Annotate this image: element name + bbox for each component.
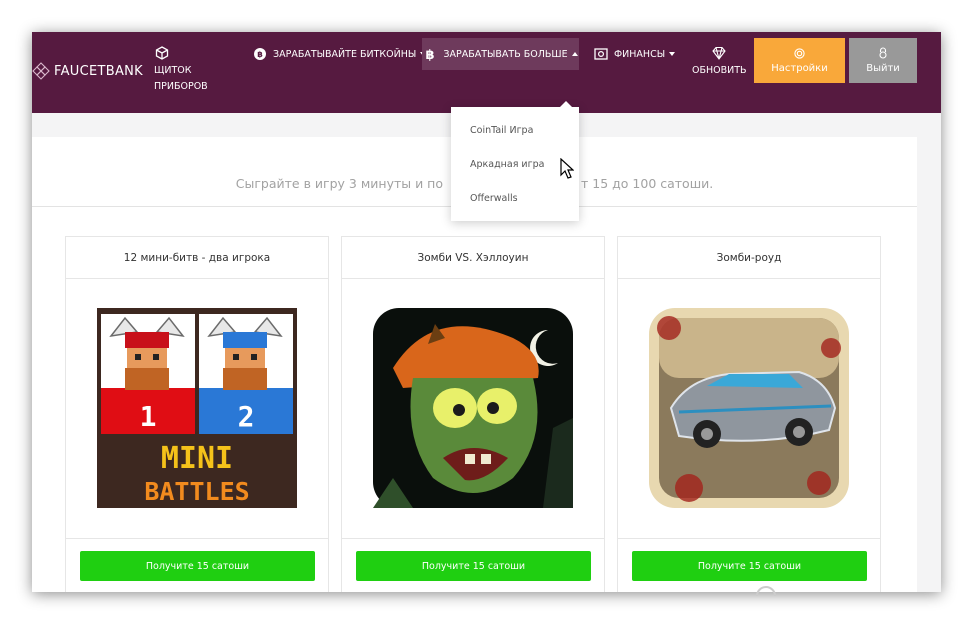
- dropdown-item-arcade-game[interactable]: Аркадная игра: [470, 159, 544, 170]
- settings-button[interactable]: Настройки: [754, 38, 845, 83]
- settings-button-label: Настройки: [771, 62, 828, 74]
- brand-name: FAUCETBANK: [54, 63, 143, 79]
- diamond-icon: [712, 46, 726, 60]
- nav-earn-more-label: ЗАРАБАТЫВАТЬ БОЛЬШЕ: [443, 48, 568, 60]
- loading-spinner-icon: [756, 586, 776, 596]
- nav-dashboard[interactable]: ЩИТОК ПРИБОРОВ: [154, 46, 208, 95]
- nav-refresh[interactable]: ОБНОВИТЬ: [692, 46, 747, 76]
- mouse-cursor-icon: [560, 158, 574, 179]
- game-title: Зомби-роуд: [618, 237, 880, 279]
- game-title: Зомби VS. Хэллоуин: [342, 237, 604, 279]
- nav-dashboard-label-2: ПРИБОРОВ: [154, 81, 208, 92]
- nav-refresh-label: ОБНОВИТЬ: [692, 65, 747, 76]
- logout-button-label: Выйти: [866, 63, 900, 74]
- top-navbar: FAUCETBANK ЩИТОК ПРИБОРОВ ฿ ЗАРАБАТЫВАЙТ…: [32, 32, 941, 113]
- nav-earn-more[interactable]: ฿ ЗАРАБАТЫВАТЬ БОЛЬШЕ: [422, 38, 579, 70]
- game-thumbnail-zombie-vs-halloween[interactable]: [373, 308, 573, 508]
- game-thumbnail-zombie-road[interactable]: [649, 308, 849, 508]
- game-card-zombie-vs-halloween: Зомби VS. Хэллоуин Получите 15 сатоши: [341, 236, 605, 592]
- game-thumbnail-mini-battles[interactable]: 1 2 MINI BATTLES: [97, 308, 297, 508]
- chevron-down-icon: [669, 52, 676, 56]
- nav-finance[interactable]: ФИНАНСЫ: [594, 46, 676, 62]
- nav-dashboard-label-1: ЩИТОК: [154, 65, 192, 76]
- thumb-logo-battles: BATTLES: [144, 477, 249, 506]
- cube-icon: [155, 46, 169, 60]
- card-divider: [342, 538, 604, 539]
- nav-earn-bitcoins-label: ЗАРАБАТЫВАЙТЕ БИТКОЙНЫ: [273, 48, 417, 60]
- player-two-number: 2: [238, 400, 255, 433]
- svg-text:฿: ฿: [257, 50, 263, 59]
- target-icon: [794, 47, 805, 59]
- claim-15-satoshi-button[interactable]: Получите 15 сатоши: [80, 551, 315, 581]
- game-card-mini-battles: 12 мини-битв - два игрока 1 2 MINI BATTL…: [65, 236, 329, 592]
- bitcoin-icon: ฿: [254, 48, 266, 60]
- chevron-up-icon: [571, 52, 578, 56]
- nav-finance-label: ФИНАНСЫ: [614, 48, 666, 60]
- brand[interactable]: FAUCETBANK: [32, 62, 143, 80]
- dropdown-item-cointail-game[interactable]: CoinTail Игра: [470, 125, 533, 136]
- svg-text:฿: ฿: [426, 48, 435, 61]
- bitcoin-icon: ฿: [426, 48, 435, 61]
- game-title: 12 мини-битв - два игрока: [66, 237, 328, 279]
- browser-window: FAUCETBANK ЩИТОК ПРИБОРОВ ฿ ЗАРАБАТЫВАЙТ…: [32, 32, 941, 592]
- page-subtitle-start: Сыграйте в игру 3 минуты и по: [235, 176, 444, 191]
- nav-earn-bitcoins[interactable]: ฿ ЗАРАБАТЫВАЙТЕ БИТКОЙНЫ: [253, 46, 427, 62]
- card-divider: [618, 538, 880, 539]
- page-subtitle-end: т 15 до 100 сатоши.: [581, 176, 714, 191]
- logout-button[interactable]: Выйти: [849, 38, 917, 83]
- card-divider: [66, 538, 328, 539]
- lock-icon: [879, 47, 887, 59]
- money-icon: [594, 48, 608, 60]
- dropdown-item-offerwalls[interactable]: Offerwalls: [470, 193, 518, 204]
- player-one-number: 1: [140, 400, 157, 433]
- faucetbank-logo-icon: [32, 62, 50, 80]
- game-card-zombie-road: Зомби-роуд Получите 15 сатоши: [617, 236, 881, 592]
- claim-15-satoshi-button[interactable]: Получите 15 сатоши: [632, 551, 867, 581]
- thumb-logo-mini: MINI: [161, 441, 233, 476]
- claim-15-satoshi-button[interactable]: Получите 15 сатоши: [356, 551, 591, 581]
